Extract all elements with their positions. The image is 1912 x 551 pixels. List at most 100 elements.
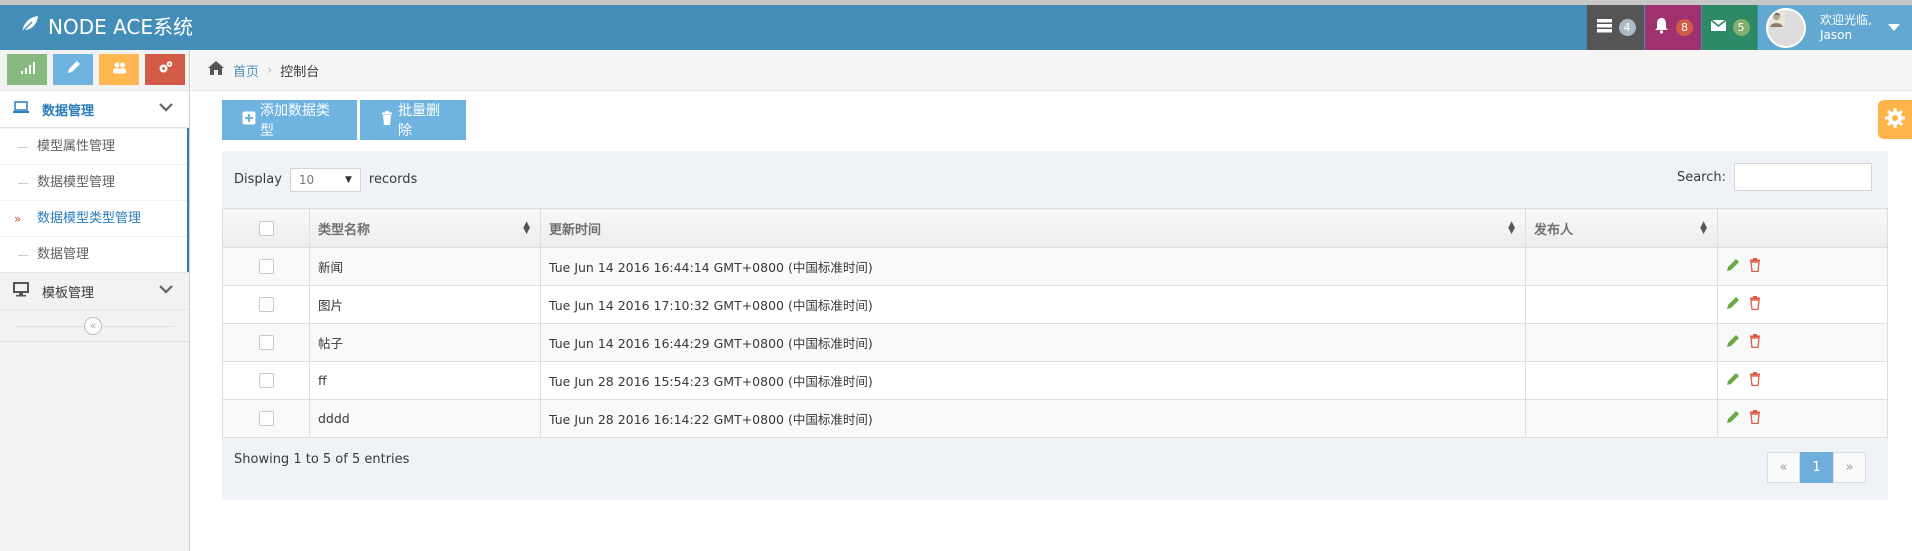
laptop-icon — [12, 98, 30, 120]
cell-type-name: 图片 — [309, 285, 541, 324]
column-header-label: 更新时间 — [549, 222, 602, 238]
sidebar-menu-template-management[interactable]: 模板管理 — [0, 272, 189, 310]
delete-trash-icon[interactable] — [1748, 410, 1770, 427]
column-header-updated[interactable]: 更新时间 ▲ ▼ — [540, 208, 1526, 248]
breadcrumb-separator-icon: › — [267, 62, 273, 78]
cell-type-name: 新闻 — [309, 247, 541, 286]
column-header-label: 类型名称 — [318, 222, 371, 238]
sidebar-menu-data-management[interactable]: 数据管理 — [0, 90, 189, 128]
pagination: « 1 » — [1767, 452, 1866, 483]
user-info: 欢迎光临, Jason — [1820, 13, 1872, 43]
cell-updated: Tue Jun 28 2016 16:14:22 GMT+0800 (中国标准时… — [540, 399, 1526, 438]
sidebar-item-model-attributes[interactable]: 模型属性管理 — [0, 128, 187, 164]
column-header-label: 发布人 — [1534, 222, 1574, 238]
delete-trash-icon[interactable] — [1748, 296, 1770, 313]
table-info: Showing 1 to 5 of 5 entries — [234, 452, 410, 467]
cell-actions — [1717, 323, 1888, 362]
column-header-actions — [1717, 208, 1888, 248]
messages-dropdown[interactable]: 5 — [1702, 5, 1757, 50]
breadcrumb-home-link[interactable]: 首页 — [233, 61, 259, 80]
signal-icon — [20, 60, 35, 79]
cell-publisher — [1525, 247, 1718, 286]
row-checkbox[interactable] — [258, 411, 274, 426]
leaf-icon — [20, 5, 40, 50]
sidebar-item-data-model-types[interactable]: » 数据模型类型管理 — [0, 200, 187, 236]
cell-publisher — [1525, 361, 1718, 400]
cell-updated: Tue Jun 14 2016 17:10:32 GMT+0800 (中国标准时… — [540, 285, 1526, 324]
sidebar-collapse-icon[interactable]: « — [84, 317, 102, 335]
users-shortcut-button[interactable] — [99, 54, 139, 85]
edit-shortcut-button[interactable] — [53, 54, 93, 85]
chevron-down-icon — [157, 98, 175, 120]
row-checkbox[interactable] — [258, 259, 274, 274]
cell-publisher — [1525, 323, 1718, 362]
notifications-dropdown[interactable]: 8 — [1645, 5, 1701, 50]
chevron-down-icon — [157, 280, 175, 302]
select-all-checkbox[interactable] — [258, 220, 274, 236]
row-checkbox[interactable] — [258, 335, 274, 350]
sidebar-item-data[interactable]: 数据管理 — [0, 236, 187, 272]
cell-type-name: 帖子 — [309, 323, 541, 362]
trash-icon — [380, 111, 394, 129]
pencil-icon — [66, 60, 81, 79]
table-footer: Showing 1 to 5 of 5 entries « 1 » — [222, 436, 1888, 500]
table-row: 帖子 Tue Jun 14 2016 16:44:29 GMT+0800 (中国标… — [222, 323, 1888, 362]
sort-icon: ▲ ▼ — [1700, 220, 1707, 236]
cell-type-name: ff — [309, 361, 541, 400]
data-table: 类型名称 ▲ ▼ 更新时间 ▲ ▼ 发布人 ▲ ▼ 新闻 Tue Jun 14 2016… — [222, 208, 1888, 438]
breadcrumb: 首页 › 控制台 — [191, 50, 1912, 91]
delete-trash-icon[interactable] — [1748, 334, 1770, 351]
edit-pencil-icon[interactable] — [1726, 373, 1748, 389]
desktop-icon — [12, 280, 30, 302]
column-header-publisher[interactable]: 发布人 ▲ ▼ — [1525, 208, 1718, 248]
user-menu[interactable]: 欢迎光临, Jason — [1758, 5, 1912, 50]
edit-pencil-icon[interactable] — [1726, 297, 1748, 313]
settings-shortcut-button[interactable] — [145, 54, 185, 85]
batch-delete-button[interactable]: 批量删除 — [360, 100, 466, 140]
cell-updated: Tue Jun 14 2016 16:44:14 GMT+0800 (中国标准时… — [540, 247, 1526, 286]
navbar: NODE ACE系统 4 8 5 欢迎光临, Jason — [0, 5, 1912, 50]
page-length-select[interactable]: 10 ▼ — [289, 167, 361, 192]
tasks-dropdown[interactable]: 4 — [1587, 5, 1644, 50]
brand[interactable]: NODE ACE系统 — [20, 5, 193, 50]
cell-updated: Tue Jun 14 2016 16:44:29 GMT+0800 (中国标准时… — [540, 323, 1526, 362]
cell-actions — [1717, 399, 1888, 438]
tasks-icon — [1596, 17, 1613, 38]
cell-type-name: dddd — [309, 399, 541, 438]
envelope-icon — [1710, 17, 1727, 38]
row-select-cell — [222, 361, 310, 400]
cell-actions — [1717, 361, 1888, 400]
select-caret-icon: ▼ — [345, 174, 352, 185]
row-select-cell — [222, 247, 310, 286]
gear-icon — [1883, 106, 1907, 134]
edit-pencil-icon[interactable] — [1726, 259, 1748, 275]
messages-badge: 5 — [1732, 19, 1750, 36]
add-data-type-button[interactable]: 添加数据类型 — [222, 100, 357, 140]
table-row: ff Tue Jun 28 2016 15:54:23 GMT+0800 (中国标… — [222, 361, 1888, 400]
sidebar-collapse-row: « — [0, 310, 189, 342]
table-body: 新闻 Tue Jun 14 2016 16:44:14 GMT+0800 (中国标… — [222, 247, 1888, 438]
bell-icon — [1653, 17, 1670, 38]
row-select-cell — [222, 323, 310, 362]
stats-shortcut-button[interactable] — [7, 54, 47, 85]
pagination-page-button[interactable]: 1 — [1800, 452, 1833, 483]
edit-pencil-icon[interactable] — [1726, 335, 1748, 351]
pagination-prev-button[interactable]: « — [1767, 452, 1800, 483]
sidebar: 数据管理 模型属性管理 数据模型管理 » 数据模型类型管理 数据管理 模板管理 … — [0, 50, 190, 551]
sidebar-item-data-models[interactable]: 数据模型管理 — [0, 164, 187, 200]
row-checkbox[interactable] — [258, 373, 274, 388]
table-row: 图片 Tue Jun 14 2016 17:10:32 GMT+0800 (中国标… — [222, 285, 1888, 324]
row-checkbox[interactable] — [258, 297, 274, 312]
edit-pencil-icon[interactable] — [1726, 411, 1748, 427]
select-all-header — [222, 208, 310, 248]
pagination-next-button[interactable]: » — [1833, 452, 1866, 483]
column-header-type-name[interactable]: 类型名称 ▲ ▼ — [309, 208, 541, 248]
ace-settings-button[interactable] — [1878, 100, 1912, 139]
search-input[interactable] — [1734, 163, 1872, 191]
delete-trash-icon[interactable] — [1748, 258, 1770, 275]
user-name: Jason — [1820, 27, 1853, 42]
sort-icon: ▲ ▼ — [523, 220, 530, 236]
brand-title: NODE ACE系统 — [48, 15, 194, 39]
delete-trash-icon[interactable] — [1748, 372, 1770, 389]
sidebar-submenu: 模型属性管理 数据模型管理 » 数据模型类型管理 数据管理 — [0, 128, 189, 272]
